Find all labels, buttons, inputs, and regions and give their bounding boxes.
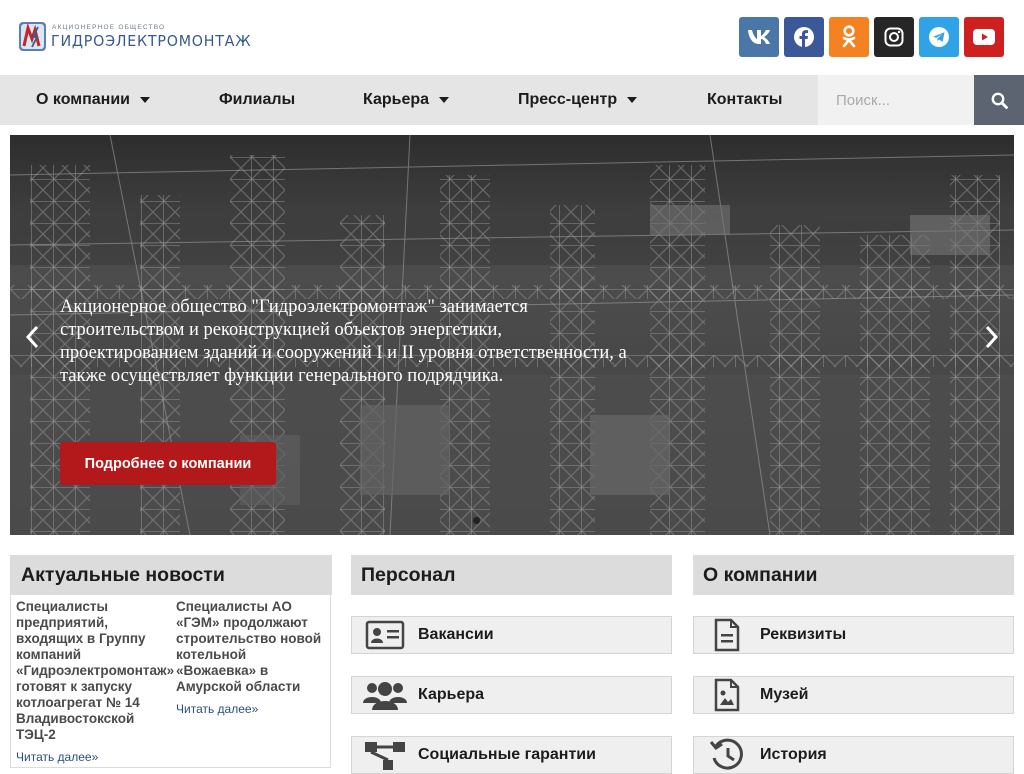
nav-item-career[interactable]: Карьера (363, 75, 450, 125)
logo-title: ГИДРОЭЛЕКТРОМОНТАЖ (51, 31, 252, 50)
slider-prev-button[interactable] (22, 322, 42, 352)
card-history[interactable]: История (693, 736, 1014, 774)
chevron-left-icon (25, 325, 39, 349)
news-panel: Актуальные новости Специалисты предприят… (10, 555, 332, 768)
card-requisites[interactable]: Реквизиты (693, 616, 1014, 654)
card-label: История (760, 746, 827, 763)
nav-item-press[interactable]: Пресс-центр (518, 75, 638, 125)
facebook-icon[interactable] (784, 17, 824, 57)
hero-slider: Акционерное общество "Гидроэлектромонтаж… (10, 135, 1014, 535)
history-icon (694, 736, 760, 774)
news-title[interactable]: Специалисты предприятий, входящих в Груп… (16, 599, 174, 743)
nav-item-label: Пресс-центр (518, 91, 618, 108)
card-vacancies[interactable]: Вакансии (351, 616, 672, 654)
card-label: Музей (760, 686, 809, 703)
logo-mark-icon (19, 22, 46, 51)
card-career[interactable]: Карьера (351, 676, 672, 714)
vk-icon[interactable] (739, 17, 779, 57)
logo[interactable]: Акционерное общество ГИДРОЭЛЕКТРОМОНТАЖ (19, 22, 262, 51)
network-icon (352, 736, 418, 774)
read-more-link[interactable]: Читать далее» (176, 702, 328, 716)
personnel-heading: Персонал (351, 555, 672, 595)
card-label: Карьера (418, 686, 485, 703)
about-heading: О компании (693, 555, 1014, 595)
news-item: Специалисты предприятий, входящих в Груп… (16, 599, 174, 764)
news-item: Специалисты АО «ГЭМ» продолжают строител… (176, 599, 328, 716)
nav-item-contacts[interactable]: Контакты (707, 75, 782, 125)
search-icon (991, 92, 1008, 109)
chevron-down-icon (139, 97, 150, 103)
about-panel: О компании (693, 555, 1014, 595)
card-label: Реквизиты (760, 626, 847, 643)
nav-item-label: О компании (36, 91, 130, 108)
news-title[interactable]: Специалисты АО «ГЭМ» продолжают строител… (176, 599, 328, 695)
document-icon (694, 616, 760, 654)
chevron-down-icon (439, 97, 450, 103)
search-button[interactable] (974, 75, 1024, 125)
read-more-link[interactable]: Читать далее» (16, 750, 168, 764)
youtube-icon[interactable] (964, 17, 1004, 57)
image-file-icon (694, 676, 760, 714)
slider-dot[interactable] (473, 517, 480, 524)
nav-item-label: Филиалы (219, 91, 296, 108)
news-heading: Актуальные новости (11, 555, 332, 595)
social-links (739, 17, 1004, 57)
hero-text: Акционерное общество "Гидроэлектромонтаж… (60, 297, 627, 386)
telegram-icon[interactable] (919, 17, 959, 57)
odnoklassniki-icon[interactable] (829, 17, 869, 57)
site-header: Акционерное общество ГИДРОЭЛЕКТРОМОНТАЖ (0, 0, 1024, 75)
instagram-icon[interactable] (874, 17, 914, 57)
users-icon (352, 676, 418, 714)
id-card-icon (352, 616, 418, 654)
nav-item-branches[interactable]: Филиалы (219, 75, 295, 125)
card-label: Вакансии (418, 626, 494, 643)
chevron-right-icon (985, 325, 999, 349)
nav-item-label: Контакты (707, 91, 783, 108)
about-company-button[interactable]: Подробнее о компании (60, 442, 276, 485)
personnel-panel: Персонал (351, 555, 672, 595)
card-museum[interactable]: Музей (693, 676, 1014, 714)
search-input[interactable] (818, 75, 974, 125)
slider-next-button[interactable] (982, 322, 1002, 352)
nav-item-label: Карьера (363, 91, 430, 108)
logo-subtitle: Акционерное общество (52, 23, 166, 31)
chevron-down-icon (627, 97, 638, 103)
card-label: Социальные гарантии (418, 746, 596, 763)
nav-item-about[interactable]: О компании (36, 75, 150, 125)
card-social-guarantees[interactable]: Социальные гарантии (351, 736, 672, 774)
